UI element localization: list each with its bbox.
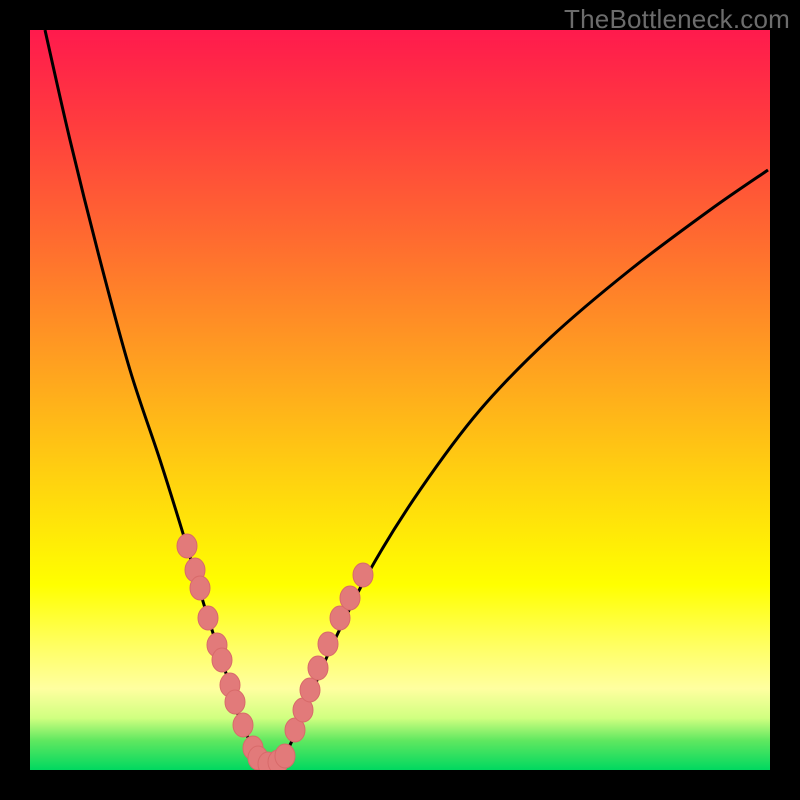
chart-svg bbox=[30, 30, 770, 770]
data-marker bbox=[353, 563, 373, 587]
data-marker bbox=[225, 690, 245, 714]
chart-frame: TheBottleneck.com bbox=[0, 0, 800, 800]
data-marker bbox=[275, 744, 295, 768]
data-marker bbox=[198, 606, 218, 630]
chart-gradient-plot bbox=[30, 30, 770, 770]
data-marker bbox=[340, 586, 360, 610]
data-marker bbox=[233, 713, 253, 737]
curve-path bbox=[45, 30, 768, 766]
data-markers bbox=[177, 534, 373, 770]
bottleneck-curve bbox=[45, 30, 768, 766]
data-marker bbox=[177, 534, 197, 558]
data-marker bbox=[308, 656, 328, 680]
data-marker bbox=[190, 576, 210, 600]
watermark-text: TheBottleneck.com bbox=[564, 4, 790, 35]
data-marker bbox=[212, 648, 232, 672]
data-marker bbox=[300, 678, 320, 702]
data-marker bbox=[318, 632, 338, 656]
